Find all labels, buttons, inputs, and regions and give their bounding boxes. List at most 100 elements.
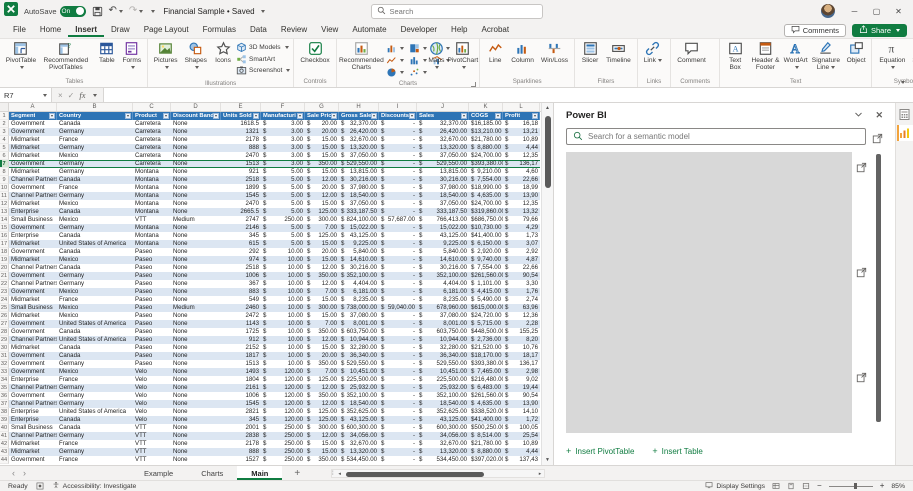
cell[interactable]: $15.00: [305, 168, 339, 176]
column-header-profit[interactable]: Profit: [503, 112, 540, 120]
cell[interactable]: Enterprise: [9, 232, 57, 240]
cell[interactable]: Medium: [171, 304, 221, 312]
cell[interactable]: None: [171, 440, 221, 448]
cell[interactable]: 2146: [221, 224, 261, 232]
cell[interactable]: 974: [221, 256, 261, 264]
analyze-data-pane-icon[interactable]: [897, 106, 913, 122]
cell[interactable]: $5,490.00: [469, 296, 503, 304]
cell[interactable]: $37,050.00: [339, 152, 379, 160]
cell[interactable]: $15.00: [305, 440, 339, 448]
cell[interactable]: None: [171, 128, 221, 136]
cell[interactable]: $ -: [379, 440, 417, 448]
filter-icon[interactable]: [409, 113, 415, 119]
cell[interactable]: $10,944.00: [339, 336, 379, 344]
cell[interactable]: $12.00: [305, 384, 339, 392]
cell[interactable]: None: [171, 120, 221, 128]
ribbon-text-box-button[interactable]: A Text Box: [723, 40, 747, 73]
cell[interactable]: $24,720.00: [469, 312, 503, 320]
zoom-slider-thumb[interactable]: [854, 483, 857, 489]
cell[interactable]: None: [171, 256, 221, 264]
menu-tab-draw[interactable]: Draw: [104, 23, 137, 37]
ribbon-3d-models-button[interactable]: 3D Models: [236, 42, 290, 53]
cell[interactable]: $1,72: [503, 416, 540, 424]
cell[interactable]: Velo: [133, 376, 171, 384]
cell[interactable]: $2,98: [503, 368, 540, 376]
cell[interactable]: $615,000.00: [469, 304, 503, 312]
cell[interactable]: $ -: [379, 208, 417, 216]
cell[interactable]: None: [171, 296, 221, 304]
cell[interactable]: $15.00: [305, 152, 339, 160]
cell[interactable]: Canada: [57, 424, 133, 432]
cell[interactable]: $18,540.00: [339, 192, 379, 200]
cell[interactable]: $8,001.00: [417, 320, 469, 328]
cell[interactable]: $216,480.00: [469, 376, 503, 384]
cell[interactable]: 2460: [221, 304, 261, 312]
horizontal-scroll-track[interactable]: [344, 470, 536, 477]
menu-tab-review[interactable]: Review: [274, 23, 314, 37]
cell[interactable]: $125.00: [305, 416, 339, 424]
cell[interactable]: 1899: [221, 184, 261, 192]
sheet-tab-charts[interactable]: Charts: [187, 466, 237, 480]
vertical-scroll-thumb[interactable]: [545, 116, 551, 188]
row-header[interactable]: 20: [0, 264, 9, 272]
cell[interactable]: $5.00: [261, 224, 305, 232]
cell[interactable]: $350.00: [305, 160, 339, 168]
column-letter-d[interactable]: D: [171, 103, 221, 111]
cell[interactable]: Montana: [133, 200, 171, 208]
ribbon-pictures-button[interactable]: Pictures: [151, 40, 181, 73]
ribbon-link-button[interactable]: Link: [641, 40, 665, 65]
cell[interactable]: Paseo: [133, 328, 171, 336]
cell[interactable]: $120.00: [261, 408, 305, 416]
cell[interactable]: Canada: [57, 352, 133, 360]
cell[interactable]: Midmarket: [9, 152, 57, 160]
customize-quick-access-button[interactable]: [149, 9, 156, 13]
cell[interactable]: $12.00: [305, 432, 339, 440]
cell[interactable]: $7.00: [305, 368, 339, 376]
cell[interactable]: $2,736.00: [469, 336, 503, 344]
cell[interactable]: $529,550.00: [417, 160, 469, 168]
cell[interactable]: $ -: [379, 272, 417, 280]
cell[interactable]: $ -: [379, 256, 417, 264]
save-button[interactable]: [92, 6, 103, 17]
menu-tab-acrobat[interactable]: Acrobat: [475, 23, 517, 37]
cell[interactable]: $2,92: [503, 248, 540, 256]
cell[interactable]: $2,74: [503, 296, 540, 304]
cell[interactable]: $600,300.00: [339, 424, 379, 432]
ribbon-signature-line-button[interactable]: Signature Line: [809, 40, 843, 73]
cell[interactable]: 1545: [221, 400, 261, 408]
row-header[interactable]: 26: [0, 312, 9, 320]
cell[interactable]: $4,635.00: [469, 400, 503, 408]
row-header[interactable]: 29: [0, 336, 9, 344]
cell[interactable]: $10,76: [503, 344, 540, 352]
menu-tab-help[interactable]: Help: [444, 23, 474, 37]
row-header[interactable]: 11: [0, 192, 9, 200]
cell[interactable]: 1527: [221, 456, 261, 464]
cell[interactable]: Montana: [133, 168, 171, 176]
row-header[interactable]: 37: [0, 400, 9, 408]
cell[interactable]: $ -: [379, 184, 417, 192]
cell[interactable]: $350.00: [305, 328, 339, 336]
cell[interactable]: $4,29: [503, 224, 540, 232]
cell[interactable]: $5.00: [261, 200, 305, 208]
cell[interactable]: $136,17: [503, 160, 540, 168]
cell[interactable]: $1,73: [503, 232, 540, 240]
cell[interactable]: $18,540.00: [417, 400, 469, 408]
cell[interactable]: $600,300.00: [417, 424, 469, 432]
cell[interactable]: 1493: [221, 368, 261, 376]
cell[interactable]: $261,560.00: [469, 272, 503, 280]
cell[interactable]: $120.00: [261, 368, 305, 376]
row-header[interactable]: 17: [0, 240, 9, 248]
cell[interactable]: Germany: [57, 400, 133, 408]
cell[interactable]: None: [171, 432, 221, 440]
cell[interactable]: 615: [221, 240, 261, 248]
cell[interactable]: $120.00: [261, 400, 305, 408]
cell[interactable]: $5.00: [261, 184, 305, 192]
cell[interactable]: $ -: [379, 424, 417, 432]
cell[interactable]: Germany: [57, 192, 133, 200]
column-letter-i[interactable]: I: [379, 103, 417, 111]
cell[interactable]: Velo: [133, 368, 171, 376]
cell[interactable]: $ -: [379, 128, 417, 136]
cell[interactable]: $32,370.00: [339, 120, 379, 128]
row-header[interactable]: 34: [0, 376, 9, 384]
cell[interactable]: $26,420.00: [417, 128, 469, 136]
